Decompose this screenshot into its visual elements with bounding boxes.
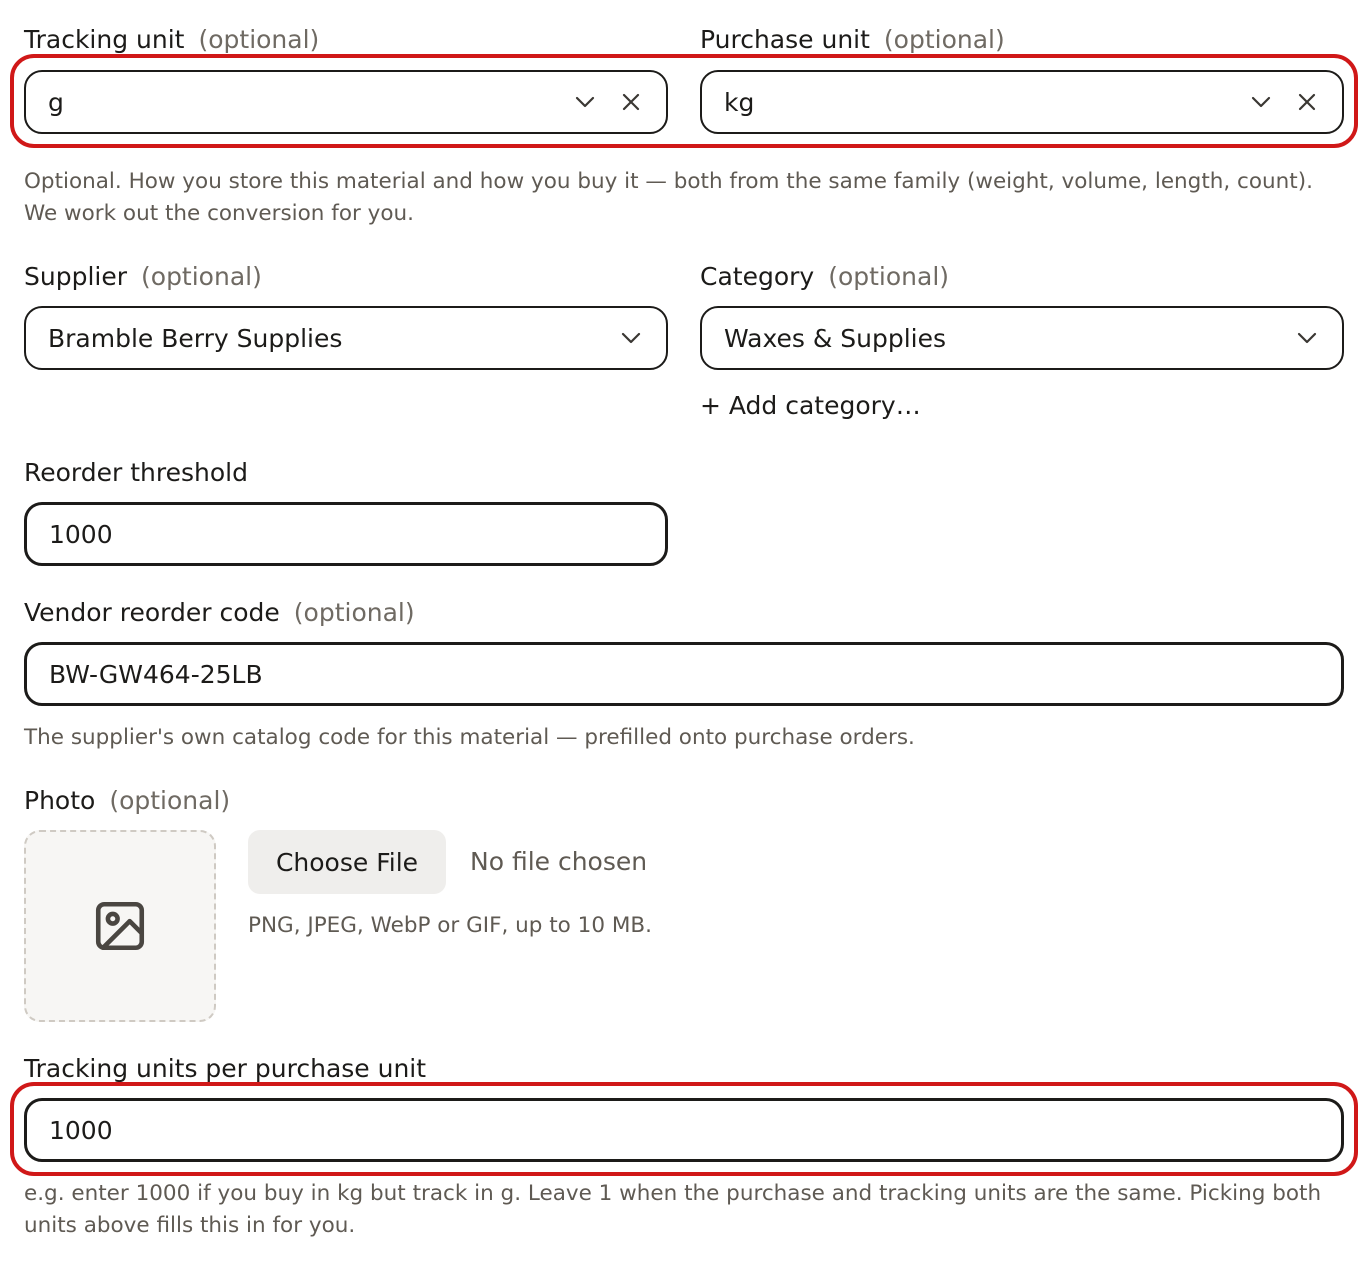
tracking-unit-optional: (optional): [198, 25, 320, 54]
conversion-help: e.g. enter 1000 if you buy in kg but tra…: [24, 1181, 1322, 1238]
reorder-threshold-label: Reorder threshold: [24, 457, 248, 489]
chevron-down-icon[interactable]: [1294, 325, 1320, 351]
photo-help: PNG, JPEG, WebP or GIF, up to 10 MB.: [248, 913, 652, 938]
supplier-label: Supplier (optional): [24, 261, 262, 293]
purchase-unit-label-text: Purchase unit: [700, 25, 870, 54]
supplier-optional: (optional): [141, 262, 262, 291]
tracking-unit-label-text: Tracking unit: [24, 25, 185, 54]
reorder-threshold-input[interactable]: 1000: [24, 502, 668, 566]
reorder-threshold-value: 1000: [49, 519, 113, 549]
purchase-unit-select[interactable]: kg: [700, 70, 1344, 134]
photo-optional: (optional): [109, 786, 231, 815]
vendor-code-label: Vendor reorder code (optional): [24, 597, 415, 629]
chevron-down-icon[interactable]: [1248, 89, 1274, 115]
image-icon: [91, 897, 149, 955]
chevron-down-icon[interactable]: [572, 89, 598, 115]
vendor-code-optional: (optional): [293, 598, 415, 627]
vendor-code-help: The supplier's own catalog code for this…: [24, 725, 915, 750]
conversion-label: Tracking units per purchase unit: [24, 1053, 426, 1085]
conversion-input[interactable]: 1000: [24, 1098, 1344, 1162]
category-select[interactable]: Waxes & Supplies: [700, 306, 1344, 370]
no-file-chosen-text: No file chosen: [470, 847, 648, 876]
category-label-text: Category: [700, 262, 815, 291]
add-category-link[interactable]: + Add category…: [700, 391, 921, 420]
purchase-unit-label: Purchase unit (optional): [700, 24, 1005, 56]
photo-label: Photo (optional): [24, 785, 230, 817]
close-icon[interactable]: [618, 89, 644, 115]
category-optional: (optional): [828, 262, 950, 291]
supplier-value: Bramble Berry Supplies: [48, 323, 343, 353]
vendor-code-value: BW-GW464-25LB: [49, 659, 263, 689]
photo-label-text: Photo: [24, 786, 96, 815]
supplier-select[interactable]: Bramble Berry Supplies: [24, 306, 668, 370]
close-icon[interactable]: [1294, 89, 1320, 115]
photo-preview: [24, 830, 216, 1022]
conversion-label-text: Tracking units per purchase unit: [24, 1054, 427, 1083]
chevron-down-icon[interactable]: [618, 325, 644, 351]
tracking-unit-label: Tracking unit (optional): [24, 24, 319, 56]
purchase-unit-optional: (optional): [883, 25, 1005, 54]
units-help-text: Optional. How you store this material an…: [24, 169, 1313, 226]
vendor-code-input[interactable]: BW-GW464-25LB: [24, 642, 1344, 706]
reorder-threshold-label-text: Reorder threshold: [24, 458, 248, 487]
conversion-value: 1000: [49, 1115, 113, 1145]
tracking-unit-select[interactable]: g: [24, 70, 668, 134]
vendor-code-label-text: Vendor reorder code: [24, 598, 280, 627]
choose-file-button[interactable]: Choose File: [248, 830, 446, 894]
supplier-label-text: Supplier: [24, 262, 128, 291]
purchase-unit-value: kg: [724, 87, 755, 117]
tracking-unit-value: g: [48, 87, 64, 117]
category-value: Waxes & Supplies: [724, 323, 947, 353]
category-label: Category (optional): [700, 261, 949, 293]
